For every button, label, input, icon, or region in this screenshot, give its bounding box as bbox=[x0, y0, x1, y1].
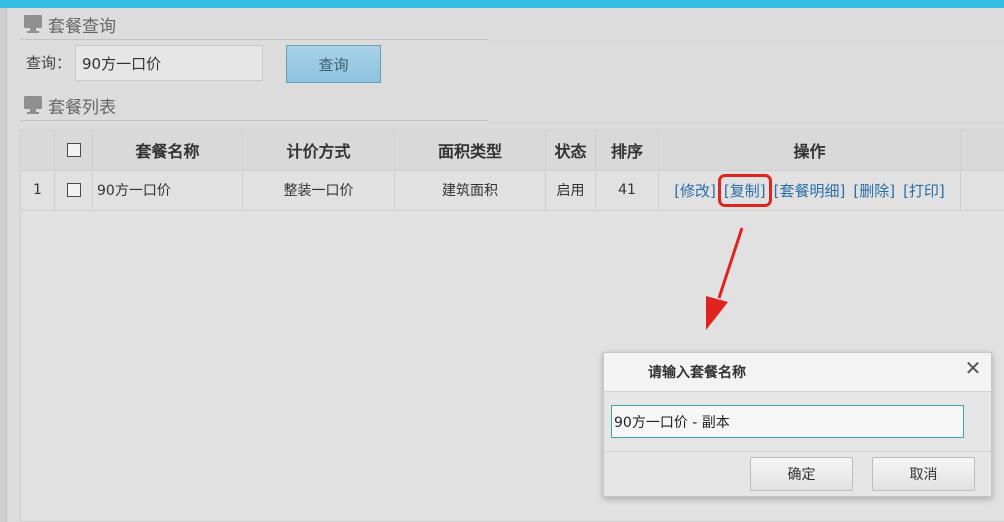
package-name-input[interactable] bbox=[611, 405, 964, 438]
dialog-title: 请输入套餐名称 bbox=[648, 365, 746, 381]
dialog-header: 请输入套餐名称 ✕ bbox=[604, 353, 991, 392]
confirm-button[interactable]: 确定 bbox=[750, 457, 853, 491]
cancel-button[interactable]: 取消 bbox=[872, 457, 975, 491]
rename-dialog: 请输入套餐名称 ✕ 确定 取消 bbox=[603, 352, 992, 497]
dialog-divider bbox=[604, 451, 991, 452]
close-icon[interactable]: ✕ bbox=[963, 358, 983, 378]
